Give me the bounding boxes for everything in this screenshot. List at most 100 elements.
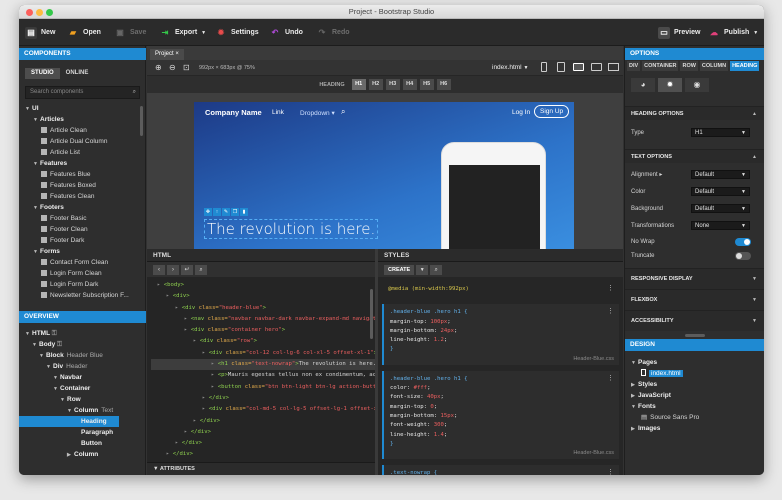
component-tree-item[interactable]: ▼ UI [25,103,145,114]
component-tree-item[interactable]: Features Boxed [25,180,145,191]
css-rule-card[interactable]: .header-blue .hero h1 { margin-top: 100p… [382,304,619,365]
open-button[interactable]: ▰ Open [67,25,101,40]
preview-brand[interactable]: Company Name [205,108,262,117]
overview-tree-item[interactable]: ▼ Body ⚿ [25,339,145,350]
component-tree-item[interactable]: Login Form Clean [25,268,145,279]
html-code-line[interactable]: ▸ <div class="header-blue"> [151,303,375,314]
overview-tree-item[interactable]: ▼ Container [25,383,145,394]
breadcrumb-heading[interactable]: HEADING [730,61,760,71]
chevron-down-icon[interactable]: ▼ [416,264,429,275]
overview-tree-item[interactable]: ▼ HTML ⚿ [25,328,145,339]
components-scrollbar[interactable] [140,106,143,136]
tablet-view-icon[interactable] [557,62,565,72]
css-rule-card[interactable]: .header-blue .hero h1 { color: #fff; fon… [382,370,619,460]
preview-button[interactable]: ▭ Preview [658,25,700,40]
component-tree-item[interactable]: Features Clean [25,191,145,202]
desktop-view-icon[interactable] [608,63,619,71]
component-tree-item[interactable]: Newsletter Subscription F... [25,290,145,301]
options-scrollbar[interactable] [685,334,705,337]
html-code-line[interactable]: ▸ <div class="row"> [151,336,375,347]
truncate-toggle[interactable] [735,252,751,260]
search-icon[interactable]: ⌕ [430,264,443,275]
hero-preview[interactable]: Company Name Link Dropdown ▾ ⌕ Log In Si… [194,102,574,249]
css-rule-card[interactable]: @media (min-width:992px) ⋮ [382,281,619,299]
preview-link[interactable]: Link [272,109,284,116]
more-icon[interactable]: ⋮ [607,468,614,475]
overview-tree-item[interactable]: ▶ Column [25,449,145,460]
component-tree-item[interactable]: ▼ Features [25,158,145,169]
zoom-in-icon[interactable]: ⊕ [155,63,162,72]
design-images[interactable]: ▶ Images [631,423,751,434]
palette-icon[interactable]: ◕ [631,78,655,92]
html-code-line[interactable]: ▸ <div> [151,291,375,302]
search-components-input[interactable]: Search components ⌕ [25,86,140,99]
overview-tree-item[interactable]: ▼ Navbar [25,372,145,383]
html-code-line[interactable]: ▸ <p>Mauris egestas tellus non ex condim… [151,370,375,381]
text-option-select[interactable]: Default ▼ [691,204,750,213]
options-section-flexbox[interactable]: FLEXBOX ▼ [625,289,764,310]
duplicate-icon[interactable]: ❐ [231,208,239,216]
attributes-section[interactable]: ▼ ATTRIBUTES [147,462,375,475]
preview-login[interactable]: Log In [512,109,530,116]
create-button[interactable]: CREATE [384,264,415,275]
events-icon[interactable]: ◉ [685,78,709,92]
design-canvas[interactable]: Company Name Link Dropdown ▾ ⌕ Log In Si… [147,93,623,249]
more-icon[interactable]: ⋮ [607,284,614,292]
overview-tree-item[interactable]: ▼ Row [25,394,145,405]
page-select[interactable]: index.html ▼ [492,64,528,71]
component-tree-item[interactable]: Features Blue [25,169,145,180]
laptop-view-icon[interactable] [591,63,602,71]
overview-tree-item[interactable]: Paragraph [25,427,145,438]
move-icon[interactable]: ✥ [204,208,212,216]
minimize-window-button[interactable] [36,8,43,16]
overview-tree-item[interactable]: ▼ Div Header [25,361,145,372]
redo-button[interactable]: ↷ Redo [316,25,350,40]
tab-online[interactable]: ONLINE [60,68,95,79]
css-rule-card[interactable]: .text-nowrap { white-space: nowrap!impor… [382,465,619,475]
phone-view-icon[interactable] [541,62,547,72]
no-wrap-toggle[interactable] [735,238,751,246]
hero-heading[interactable]: The revolution is here. [204,219,379,239]
html-code-line[interactable]: ▸ </div> [151,438,375,449]
up-arrow-icon[interactable]: ↑ [213,208,221,216]
more-icon[interactable]: ⋮ [607,307,614,315]
breadcrumb-div[interactable]: DIV [627,61,641,71]
component-tree-item[interactable]: ▼ Articles [25,114,145,125]
component-tree-item[interactable]: Article Clean [25,125,145,136]
delete-icon[interactable]: ▮ [240,208,248,216]
maximize-window-button[interactable] [46,8,53,16]
html-code-line[interactable]: ▸ <div class="col-12 col-lg-6 col-xl-5 o… [151,348,375,359]
html-code-line[interactable]: ▸ <nav class="navbar navbar-dark navbar-… [151,314,375,325]
close-icon[interactable]: × [175,51,179,57]
search-icon[interactable]: ⌕ [341,107,345,117]
overview-tree-item[interactable]: ▼ Block Header Blue [25,350,145,361]
tab-studio[interactable]: STUDIO [25,68,60,79]
zoom-out-icon[interactable]: ⊖ [169,63,176,72]
settings-button[interactable]: ✹ Settings [215,25,259,40]
search-icon[interactable]: ⌕ [195,264,207,275]
design-fonts[interactable]: ▼ Fonts [631,401,751,412]
html-code-line[interactable]: ▸ </div> [151,393,375,404]
close-window-button[interactable] [26,8,33,16]
heading-h5-button[interactable]: H5 [419,79,434,90]
design-page-index[interactable]: index.html [631,368,751,379]
save-button[interactable]: ▣ Save [114,25,146,40]
heading-h3-button[interactable]: H3 [385,79,400,90]
component-tree-item[interactable]: ▼ Footers [25,202,145,213]
text-option-select[interactable]: None ▼ [691,221,750,230]
overview-tree-item[interactable]: ▼ Column Text [25,405,145,416]
overview-tree-item[interactable]: Heading [19,416,119,427]
component-tree-item[interactable]: Footer Clean [25,224,145,235]
breadcrumb-row[interactable]: ROW [680,61,698,71]
heading-h1-button[interactable]: H1 [351,79,366,90]
component-tree-item[interactable]: Article Dual Column [25,136,145,147]
export-button[interactable]: ⇥ Export ▼ [159,25,206,40]
heading-options-section[interactable]: HEADING OPTIONS ▲ [625,106,764,120]
component-tree-item[interactable]: Article List [25,147,145,158]
html-code-line[interactable]: ▸ <div class="container hero"> [151,325,375,336]
heading-h2-button[interactable]: H2 [368,79,383,90]
component-tree-item[interactable]: ▼ Forms [25,246,145,257]
options-section-accessibility[interactable]: ACCESSIBILITY ▼ [625,310,764,331]
breadcrumb-column[interactable]: COLUMN [699,61,729,71]
tablet-landscape-icon[interactable] [573,63,584,71]
